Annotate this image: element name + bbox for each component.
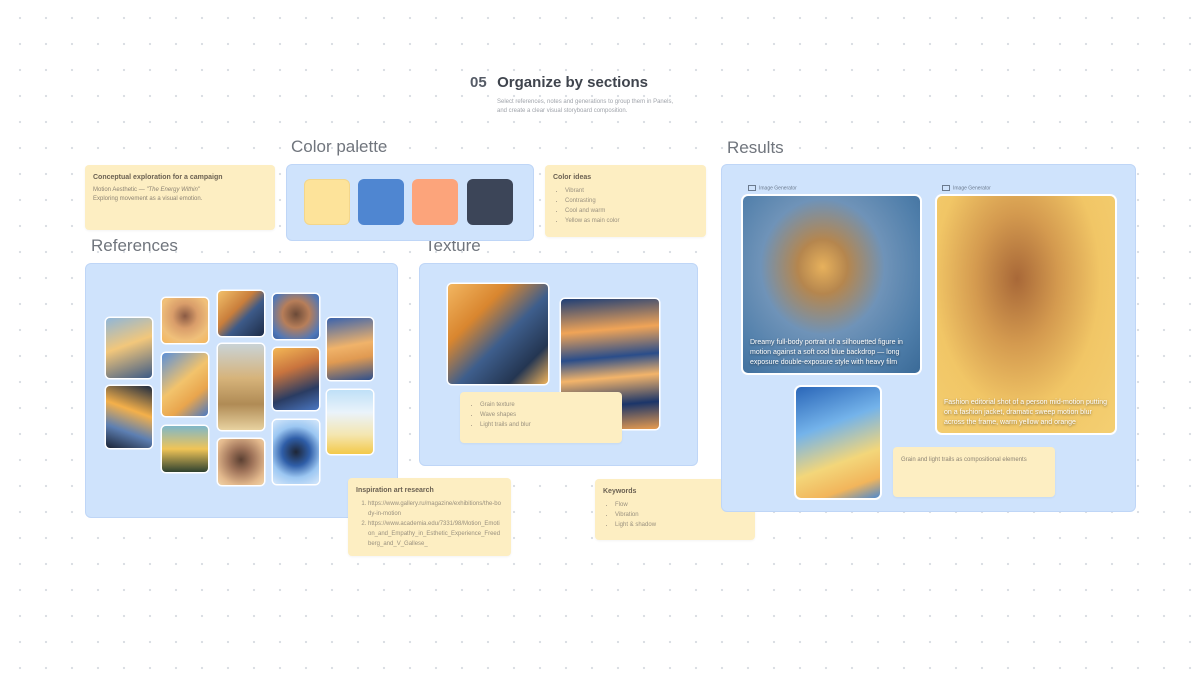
note-color-ideas[interactable]: Color ideas Vibrant Contrasting Cool and… [545,165,706,237]
note-emphasis: "The Energy Within" [146,187,200,193]
list-item: Yellow as main color [565,216,698,226]
reference-image[interactable] [218,291,264,336]
list-item: Light & shadow [615,520,747,530]
color-swatch-blue[interactable] [358,179,404,225]
image-generator-icon [942,185,950,191]
note-link-list: https://www.gallery.ru/magazine/exhibiti… [356,499,503,549]
reference-image[interactable] [162,298,208,343]
reference-link[interactable]: https://www.academia.edu/7331/98/Motion_… [368,519,503,549]
image-generator-icon [748,185,756,191]
generator-label: Image Generator [748,185,797,191]
panel-texture[interactable]: Grain texture Wave shapes Light trails a… [419,263,698,466]
note-title: Color ideas [553,174,592,181]
reference-image[interactable] [218,439,264,485]
texture-image-gradient[interactable] [448,284,548,384]
list-item: Contrasting [565,196,698,206]
note-line: Grain and light trails as compositional … [901,457,1027,463]
reference-link[interactable]: https://www.gallery.ru/magazine/exhibiti… [368,499,503,519]
generator-label-text: Image Generator [953,185,991,192]
result-caption: Dreamy full-body portrait of a silhouett… [750,339,903,366]
list-item: Vibrant [565,186,698,196]
note-title: Conceptual exploration for a campaign [93,174,223,181]
list-item: Grain texture [480,400,614,410]
panel-results[interactable]: Image Generator Image Generator Dreamy f… [721,164,1136,512]
step-number: 05 [470,74,487,91]
panel-color-palette[interactable] [286,164,534,241]
section-label-color-palette: Color palette [291,137,388,156]
note-texture[interactable]: Grain texture Wave shapes Light trails a… [460,392,622,443]
reference-image[interactable] [218,344,264,430]
reference-image[interactable] [273,294,319,339]
generator-label-text: Image Generator [759,185,797,192]
list-item: Light trails and blur [480,420,614,430]
result-image-yellow-jacket[interactable]: Fashion editorial shot of a person mid-m… [937,196,1115,433]
note-campaign[interactable]: Conceptual exploration for a campaign Mo… [85,165,275,230]
reference-image[interactable] [273,420,319,484]
section-label-results: Results [727,138,784,157]
color-swatch-navy[interactable] [467,179,513,225]
note-list: Vibrant Contrasting Cool and warm Yellow… [553,186,698,226]
result-image-blue-figure[interactable]: Dreamy full-body portrait of a silhouett… [743,196,920,373]
color-swatch-yellow[interactable] [304,179,350,225]
reference-image[interactable] [327,318,373,380]
note-list: Grain texture Wave shapes Light trails a… [468,400,614,430]
reference-image[interactable] [162,353,208,416]
page-subtitle: Select references, notes and generations… [497,99,674,114]
page-title: Organize by sections [497,74,649,91]
note-line: Exploring movement as a visual emotion. [93,196,203,202]
result-caption: Fashion editorial shot of a person mid-m… [944,399,1108,426]
result-image-abstract[interactable] [796,387,880,498]
section-label-references: References [91,236,178,255]
section-heading: 05 Organize by sections Select reference… [470,74,677,116]
reference-image[interactable] [106,318,152,378]
generator-label: Image Generator [942,185,991,191]
reference-image[interactable] [162,426,208,472]
note-text: Motion Aesthetic — [93,187,147,193]
note-title: Inspiration art research [356,487,434,494]
color-swatch-orange[interactable] [412,179,458,225]
list-item: Wave shapes [480,410,614,420]
note-inspiration[interactable]: Inspiration art research https://www.gal… [348,478,511,556]
note-results[interactable]: Grain and light trails as compositional … [893,447,1055,497]
reference-image[interactable] [273,348,319,410]
reference-image[interactable] [106,386,152,448]
note-line: Motion Aesthetic — "The Energy Within" [93,186,267,195]
list-item: Cool and warm [565,206,698,216]
reference-image[interactable] [327,390,373,454]
